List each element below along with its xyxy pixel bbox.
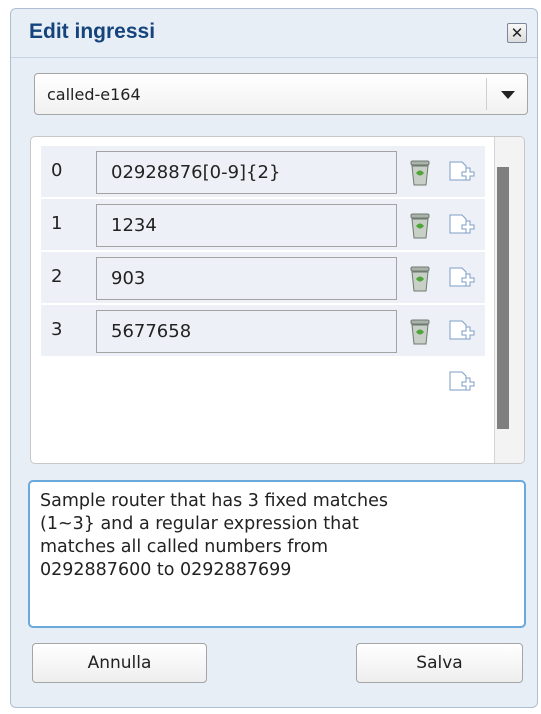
match-row: 0 02928876[0-9]{2} bbox=[41, 146, 485, 197]
list-scrollbar[interactable] bbox=[494, 137, 524, 463]
field-select-value: called-e164 bbox=[47, 85, 141, 104]
row-index: 0 bbox=[51, 160, 63, 181]
add-row-icon[interactable] bbox=[447, 265, 475, 293]
field-select[interactable]: called-e164 bbox=[34, 73, 528, 115]
save-button[interactable]: Salva bbox=[356, 643, 523, 683]
cancel-button[interactable]: Annulla bbox=[32, 643, 207, 683]
scrollbar-thumb[interactable] bbox=[497, 167, 509, 429]
chevron-down-icon[interactable] bbox=[501, 91, 515, 99]
row-value-input[interactable]: 903 bbox=[96, 257, 397, 300]
description-textarea[interactable]: Sample router that has 3 fixed matches (… bbox=[28, 480, 526, 628]
trash-icon[interactable] bbox=[408, 212, 432, 240]
row-value-input[interactable]: 1234 bbox=[96, 204, 397, 247]
match-list: 0 02928876[0-9]{2} 1 1234 2 903 3 567765… bbox=[30, 136, 525, 464]
match-row: 2 903 bbox=[41, 252, 485, 303]
row-index: 3 bbox=[51, 319, 63, 340]
dialog-titlebar: Edit ingressi ✕ bbox=[11, 9, 537, 58]
trash-icon[interactable] bbox=[408, 159, 432, 187]
add-row-icon[interactable] bbox=[447, 369, 475, 397]
row-index: 2 bbox=[51, 266, 63, 287]
add-row-icon[interactable] bbox=[447, 159, 475, 187]
trash-icon[interactable] bbox=[408, 265, 432, 293]
close-button[interactable]: ✕ bbox=[507, 23, 527, 43]
add-row-icon[interactable] bbox=[447, 212, 475, 240]
match-row: 3 5677658 bbox=[41, 305, 485, 356]
add-row-icon[interactable] bbox=[447, 318, 475, 346]
select-divider bbox=[486, 78, 487, 110]
row-value-input[interactable]: 5677658 bbox=[96, 310, 397, 353]
match-row: 1 1234 bbox=[41, 199, 485, 250]
row-value-input[interactable]: 02928876[0-9]{2} bbox=[96, 151, 397, 194]
dialog-title: Edit ingressi bbox=[29, 20, 156, 43]
row-index: 1 bbox=[51, 213, 63, 234]
trash-icon[interactable] bbox=[408, 318, 432, 346]
